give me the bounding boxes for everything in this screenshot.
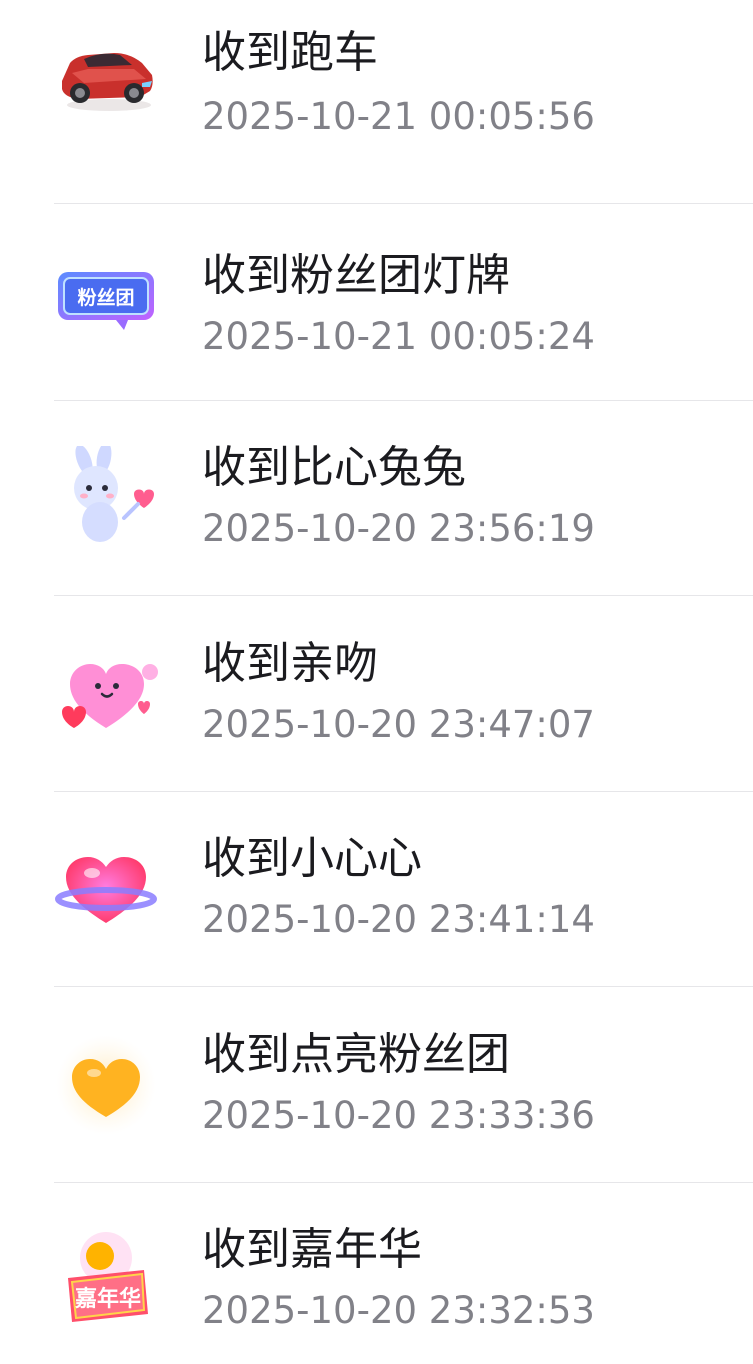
gift-title: 收到比心兔兔 [202, 442, 466, 493]
carnival-icon: 嘉年华 [54, 1228, 158, 1332]
carnival-text: 嘉年华 [75, 1286, 141, 1312]
gift-record-item[interactable]: 收到小心心 2025-10-20 23:41:14 [0, 791, 753, 987]
gift-record-item[interactable]: 收到比心兔兔 2025-10-20 23:56:19 [0, 400, 753, 596]
heart-bunny-icon [54, 446, 158, 550]
gift-record-item[interactable]: 收到跑车 2025-10-21 00:05:56 [0, 0, 753, 173]
gift-title: 收到小心心 [202, 833, 422, 884]
gift-time: 2025-10-21 00:05:56 [202, 95, 595, 138]
gift-record-item[interactable]: 嘉年华 收到嘉年华 2025-10-20 23:32:53 [0, 1182, 753, 1364]
kiss-heart-icon [54, 642, 158, 746]
gift-record-item[interactable]: 粉丝团 收到粉丝团灯牌 2025-10-21 00:05:24 [0, 204, 753, 400]
gift-title: 收到嘉年华 [202, 1224, 422, 1275]
fan-club-badge-icon: 粉丝团 [54, 250, 158, 354]
gift-title: 收到点亮粉丝团 [202, 1029, 510, 1080]
gift-time: 2025-10-20 23:47:07 [202, 703, 595, 746]
gift-time: 2025-10-20 23:56:19 [202, 507, 595, 550]
gift-title: 收到粉丝团灯牌 [202, 250, 510, 301]
light-up-heart-icon [54, 1033, 158, 1137]
little-heart-icon [54, 837, 158, 941]
gift-record-item[interactable]: 收到点亮粉丝团 2025-10-20 23:33:36 [0, 987, 753, 1183]
gift-record-list: 收到跑车 2025-10-21 00:05:56 粉丝团 收到粉丝团灯牌 202… [0, 0, 753, 1364]
gift-record-item[interactable]: 收到亲吻 2025-10-20 23:47:07 [0, 596, 753, 792]
gift-time: 2025-10-20 23:32:53 [202, 1289, 595, 1332]
gift-title: 收到亲吻 [202, 638, 378, 689]
gift-time: 2025-10-20 23:33:36 [202, 1094, 595, 1137]
gift-time: 2025-10-20 23:41:14 [202, 898, 595, 941]
gift-time: 2025-10-21 00:05:24 [202, 315, 595, 358]
gift-title: 收到跑车 [202, 27, 378, 78]
badge-text: 粉丝团 [77, 286, 134, 309]
sports-car-icon [54, 23, 158, 127]
